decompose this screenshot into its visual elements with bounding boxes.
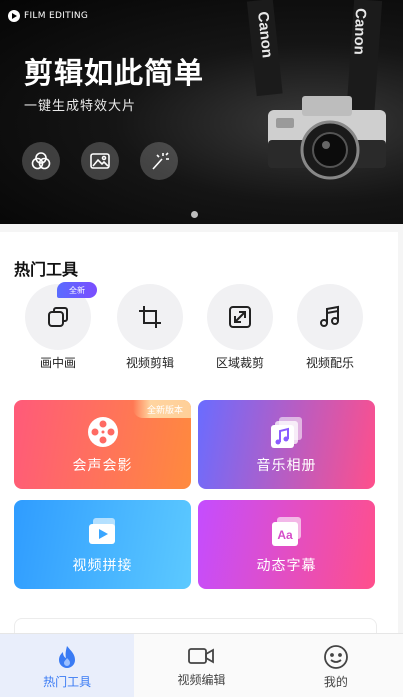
picture-in-picture-icon [48,307,68,327]
hero-badge: FILM EDITING [8,10,88,22]
carousel-indicator[interactable] [191,211,198,218]
tool-label: 视频剪辑 [125,356,174,370]
card-label: 动态字幕 [256,558,317,574]
image-icon[interactable] [81,142,119,180]
nav-label: 视频编辑 [177,673,226,687]
smiley-icon [323,645,348,669]
video-camera-icon [188,648,215,664]
bottom-nav: 热门工具 视频编辑 我的 [0,633,403,697]
card-label: 音乐相册 [256,458,317,474]
tool-video-music[interactable]: 视频配乐 [290,284,370,371]
card-label: 视频拼接 [72,558,133,574]
svg-text:Canon: Canon [350,8,369,55]
nav-label: 我的 [323,675,348,689]
card-huisheng-huiying[interactable]: 全新版本 会声会影 [14,400,191,489]
hero-title: 剪辑如此简单 [24,56,205,90]
nav-label: 热门工具 [43,675,92,689]
subtitle-icon: Aa [269,514,305,550]
svg-text:Aa: Aa [277,528,293,542]
music-album-icon [269,414,305,450]
tool-area-crop[interactable]: 区域裁剪 [200,284,280,371]
hero-subtitle: 一键生成特效大片 [24,99,137,114]
film-reel-icon [85,414,121,450]
main-panel: 热门工具 全新 画中画 视频剪辑 区域裁剪 视频配乐 全新版本 会声会影 音乐相… [0,232,398,660]
crop-icon [139,306,161,328]
video-stack-icon [85,514,121,550]
camera-illustration: Canon Canon [246,0,386,180]
tool-label: 视频配乐 [305,356,354,370]
tool-video-edit[interactable]: 视频剪辑 [110,284,190,371]
card-label: 会声会影 [72,458,133,474]
section-title: 热门工具 [14,260,79,279]
nav-item-hot-tools[interactable]: 热门工具 [0,634,135,697]
music-note-icon [320,305,339,327]
card-music-album[interactable]: 音乐相册 [198,400,375,489]
play-icon [8,10,20,22]
tool-picture-in-picture[interactable]: 全新 画中画 [18,282,98,371]
filter-icon[interactable] [22,142,60,180]
card-dynamic-subtitle[interactable]: Aa 动态字幕 [198,500,375,589]
magic-wand-icon[interactable] [140,142,178,180]
new-version-badge: 全新版本 [132,400,191,418]
card-video-merge[interactable]: 视频拼接 [14,500,191,589]
tool-label: 区域裁剪 [215,356,264,370]
resize-icon [229,306,251,328]
hero-banner[interactable]: FILM EDITING 剪辑如此简单 一键生成特效大片 Canon Canon [0,0,403,224]
nav-item-mine[interactable]: 我的 [269,634,403,697]
hero-badge-text: FILM EDITING [24,11,89,21]
nav-item-video-edit[interactable]: 视频编辑 [134,634,268,697]
tool-label: 画中画 [39,356,76,370]
flame-icon [59,646,76,668]
new-badge: 全新 [57,282,97,298]
